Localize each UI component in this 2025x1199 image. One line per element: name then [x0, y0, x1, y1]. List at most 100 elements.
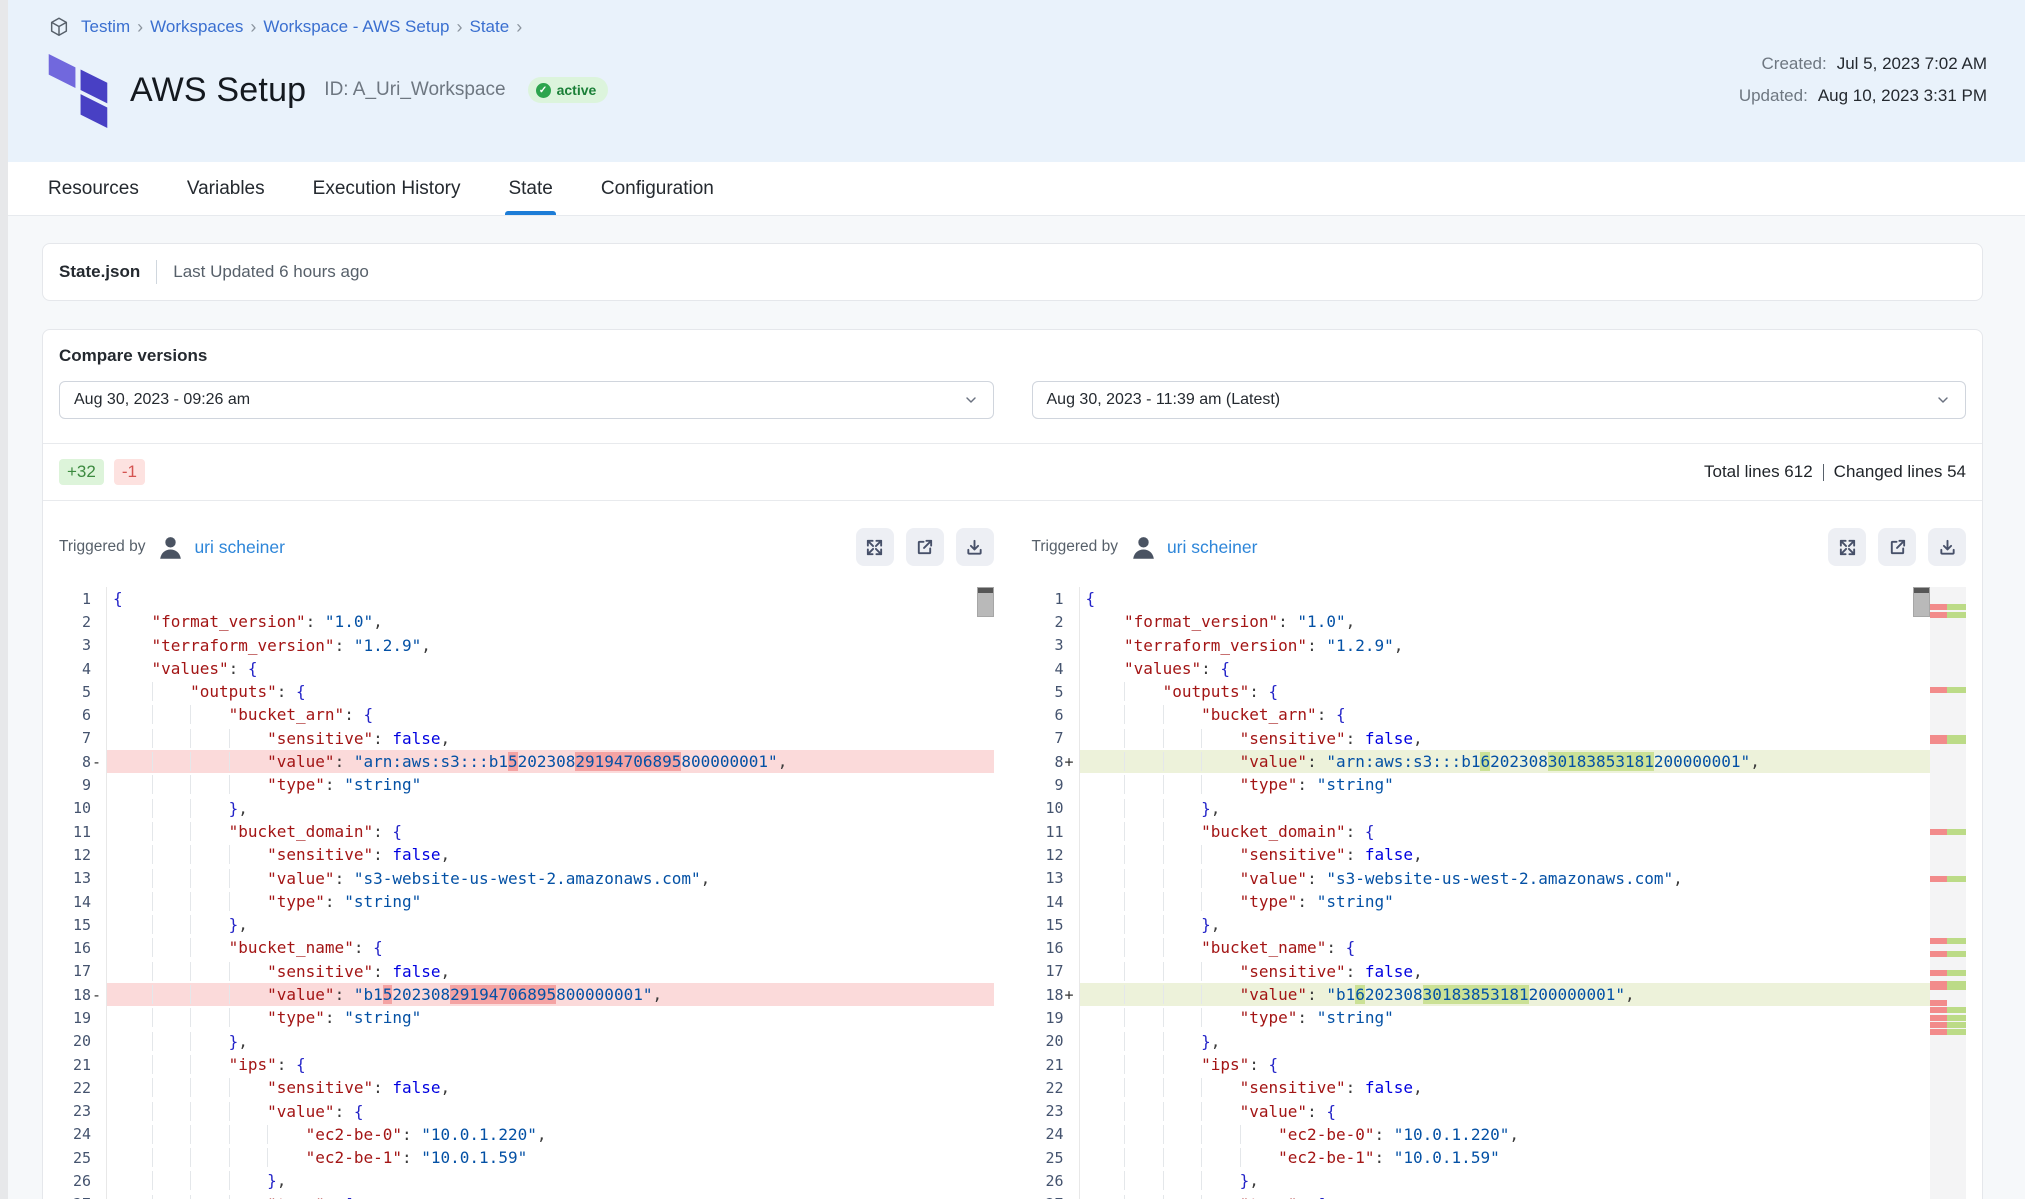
- indent-guide: [1163, 845, 1202, 864]
- line-content: {: [1079, 587, 1931, 610]
- code-view-left: 1{2 "format_version": "1.0",3 "terraform…: [59, 587, 994, 1199]
- tab-state[interactable]: State: [508, 162, 552, 215]
- tab-resources[interactable]: Resources: [48, 162, 139, 215]
- line-number: 25: [59, 1149, 91, 1167]
- breadcrumb-item[interactable]: Workspace - AWS Setup: [263, 17, 449, 37]
- token: "10.0.1.220": [1394, 1125, 1510, 1144]
- token: "outputs": [190, 682, 277, 701]
- token: :: [325, 1008, 344, 1027]
- indent-guide: [152, 729, 191, 748]
- indent-guide: [229, 1102, 268, 1121]
- token: "bucket_arn": [229, 705, 345, 724]
- tab-variables[interactable]: Variables: [187, 162, 265, 215]
- indent-guide: [190, 1195, 229, 1199]
- indent-guide: [113, 705, 152, 724]
- token: [: [344, 1195, 354, 1199]
- token: ,: [238, 799, 248, 818]
- token: {: [1346, 938, 1356, 957]
- token: "sensitive": [1240, 845, 1346, 864]
- triggered-by-user-link[interactable]: uri scheiner: [1167, 537, 1257, 558]
- expand-button[interactable]: [1828, 528, 1866, 566]
- line-content: "type": [: [106, 1193, 994, 1199]
- line-content: "ec2-be-0": "10.0.1.220",: [1079, 1123, 1931, 1146]
- token: :: [1249, 1055, 1268, 1074]
- token: "ec2-be-1": [1278, 1148, 1374, 1167]
- line-content: },: [106, 797, 994, 820]
- expand-button[interactable]: [856, 528, 894, 566]
- open-in-new-button[interactable]: [906, 528, 944, 566]
- token: "bucket_domain": [229, 822, 374, 841]
- created-value: Jul 5, 2023 7:02 AM: [1837, 54, 1987, 74]
- token: 29194706895: [450, 985, 556, 1004]
- token: "s3-website-us-west-2.amazonaws.com": [354, 869, 701, 888]
- token: 29194706895: [575, 752, 681, 771]
- indent-guide: [229, 869, 268, 888]
- breadcrumb-item[interactable]: State: [469, 17, 509, 37]
- updated-label: Updated:: [1739, 86, 1808, 106]
- tab-execution-history[interactable]: Execution History: [313, 162, 461, 215]
- status-badge: ✓ active: [528, 77, 609, 103]
- line-number: 27: [1032, 1195, 1064, 1199]
- indent-guide: [113, 775, 152, 794]
- code-line: 25 "ec2-be-1": "10.0.1.59": [1032, 1146, 1931, 1169]
- indent-guide: [1201, 1102, 1240, 1121]
- token: "format_version": [152, 612, 306, 631]
- token: :: [1374, 1148, 1393, 1167]
- line-content: },: [1079, 1030, 1931, 1053]
- indent-guide: [229, 1171, 268, 1190]
- token: "type": [1240, 1195, 1298, 1199]
- indent-guide: [190, 845, 229, 864]
- line-number: 12: [1032, 846, 1064, 864]
- token: ,: [1249, 1171, 1259, 1190]
- indent-guide: [113, 845, 152, 864]
- indent-guide: [1163, 1102, 1202, 1121]
- scrollbar-thumb[interactable]: [977, 587, 994, 617]
- line-content: "type": "string": [106, 1006, 994, 1029]
- scrollbar-thumb[interactable]: [1913, 587, 1930, 617]
- download-button[interactable]: [956, 528, 994, 566]
- code-line: 12 "sensitive": false,: [59, 843, 994, 866]
- triggered-by-user-link[interactable]: uri scheiner: [194, 537, 284, 558]
- token: "value": [1240, 869, 1307, 888]
- diff-mark-removed: [1930, 1007, 1947, 1013]
- diff-mark: [1930, 1029, 1966, 1035]
- version-select-right[interactable]: Aug 30, 2023 - 11:39 am (Latest): [1032, 381, 1967, 419]
- token: :: [1307, 1102, 1326, 1121]
- token: 6: [1480, 752, 1490, 771]
- diff-mark-added: [1947, 687, 1966, 693]
- token: 202308: [1365, 985, 1423, 1004]
- diff-mark-removed: [1930, 1022, 1947, 1028]
- code-line: 16 "bucket_name": {: [1032, 936, 1931, 959]
- indent-guide: [1086, 682, 1125, 701]
- token: "sensitive": [1240, 962, 1346, 981]
- line-content: "value": "s3-website-us-west-2.amazonaws…: [106, 867, 994, 890]
- indent-guide: [190, 892, 229, 911]
- token: }: [229, 799, 239, 818]
- line-number: 15: [1032, 916, 1064, 934]
- line-content: "type": "string": [106, 773, 994, 796]
- open-in-new-button[interactable]: [1878, 528, 1916, 566]
- indent-guide: [1163, 775, 1202, 794]
- indent-guide: [1201, 962, 1240, 981]
- tab-configuration[interactable]: Configuration: [601, 162, 714, 215]
- indent-guide: [1086, 1171, 1125, 1190]
- line-number: 21: [1032, 1056, 1064, 1074]
- indent-guide: [1086, 962, 1125, 981]
- version-select-left[interactable]: Aug 30, 2023 - 09:26 am: [59, 381, 994, 419]
- line-content: "sensitive": false,: [1079, 727, 1931, 750]
- download-button[interactable]: [1928, 528, 1966, 566]
- indent-guide: [152, 962, 191, 981]
- line-number: 10: [1032, 799, 1064, 817]
- token: "value": [1240, 985, 1307, 1004]
- indent-guide: [1086, 705, 1125, 724]
- breadcrumb-item[interactable]: Testim: [81, 17, 130, 37]
- chevron-down-icon: [1935, 392, 1951, 408]
- breadcrumb-item[interactable]: Workspaces: [150, 17, 243, 37]
- workspace-header: Testim›Workspaces›Workspace - AWS Setup›…: [0, 0, 2025, 162]
- indent-guide: [113, 892, 152, 911]
- line-totals: Total lines 612 Changed lines 54: [1704, 462, 1966, 482]
- indent-guide: [1163, 1008, 1202, 1027]
- indent-guide: [152, 1125, 191, 1144]
- token: {: [373, 938, 383, 957]
- diff-mark-removed: [1930, 1000, 1947, 1006]
